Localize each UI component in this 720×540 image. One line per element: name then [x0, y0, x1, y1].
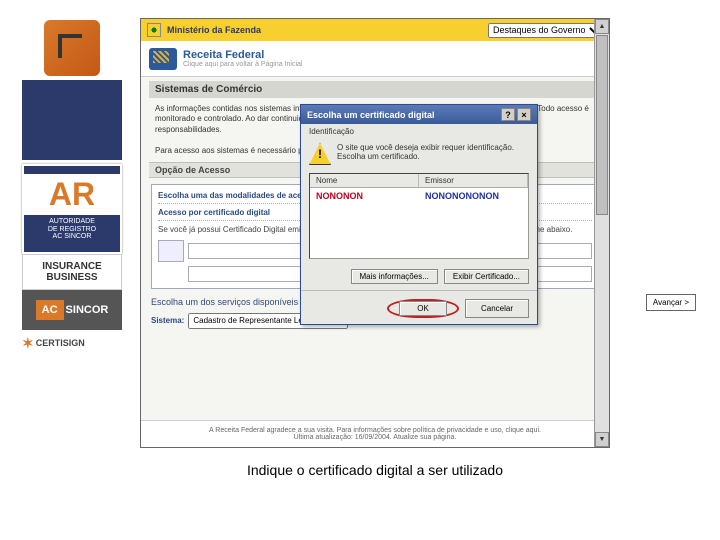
- insurance-logo: INSURANCE BUSINESS: [22, 254, 122, 290]
- brazil-flag-icon: [147, 23, 161, 37]
- advance-button[interactable]: Avançar >: [646, 294, 696, 311]
- logo-sidebar: AR AUTORIDADE DE REGISTRO AC SINCOR INSU…: [22, 20, 122, 356]
- receita-header: Receita Federal Clique aqui para voltar …: [141, 41, 609, 77]
- dialog-mid-buttons: Mais informações... Exibir Certificado..…: [301, 263, 537, 291]
- certificate-row[interactable]: NONONON NONONONONON: [310, 188, 528, 204]
- ar-logo-text: AR: [24, 174, 120, 215]
- sincor-text: SINCOR: [66, 304, 109, 316]
- page-footer: A Receita Federal agradece a sua visita.…: [141, 420, 609, 447]
- ar-logo: AR AUTORIDADE DE REGISTRO AC SINCOR: [22, 164, 122, 254]
- certificate-icon[interactable]: [158, 240, 184, 262]
- cd-logo: [22, 20, 122, 76]
- cert-list-header: Nome Emissor: [310, 174, 528, 188]
- cancel-button[interactable]: Cancelar: [465, 299, 529, 318]
- cert-name-cell: NONONON: [310, 188, 419, 204]
- ok-button[interactable]: OK: [399, 301, 447, 316]
- vertical-scrollbar[interactable]: ▲ ▼: [594, 19, 609, 447]
- receita-title: Receita Federal: [183, 49, 302, 61]
- ar-logo-sub: AUTORIDADE DE REGISTRO AC SINCOR: [45, 215, 99, 244]
- dialog-message: ! O site que você deseja exibir requer i…: [301, 139, 537, 169]
- slide-caption: Indique o certificado digital a ser util…: [160, 462, 590, 478]
- scroll-up-button[interactable]: ▲: [595, 19, 609, 34]
- dialog-title-text: Escolha um certificado digital: [307, 110, 435, 120]
- view-certificate-button[interactable]: Exibir Certificado...: [444, 269, 529, 284]
- ministry-label: Ministério da Fazenda: [167, 25, 261, 35]
- system-label: Sistema:: [151, 316, 184, 325]
- dialog-subheader: Identificação: [301, 124, 537, 139]
- scroll-down-button[interactable]: ▼: [595, 432, 609, 447]
- receita-logo-icon: [149, 48, 177, 70]
- dialog-help-button[interactable]: ?: [501, 108, 515, 121]
- column-name[interactable]: Nome: [310, 174, 419, 187]
- government-highlights-select[interactable]: Destaques do Governo: [488, 23, 603, 38]
- blue-spacer: [22, 80, 122, 160]
- scroll-thumb[interactable]: [596, 35, 608, 215]
- government-bar: Ministério da Fazenda Destaques do Gover…: [141, 19, 609, 41]
- more-info-button[interactable]: Mais informações...: [351, 269, 438, 284]
- ac-text: AC: [36, 300, 64, 320]
- ac-sincor-logo: AC SINCOR: [22, 290, 122, 330]
- certisign-logo: ✶ CERTISIGN: [22, 330, 122, 356]
- column-issuer[interactable]: Emissor: [419, 174, 528, 187]
- cert-issuer-cell: NONONONONON: [419, 188, 528, 204]
- dialog-bottom-buttons: OK Cancelar: [301, 293, 537, 324]
- section-title: Sistemas de Comércio: [149, 81, 601, 98]
- dialog-close-button[interactable]: ×: [517, 108, 531, 121]
- certificate-listbox[interactable]: Nome Emissor NONONON NONONONONON: [309, 173, 529, 259]
- receita-home-link[interactable]: Clique aqui para voltar à Página Inicial: [183, 61, 302, 68]
- warning-icon: !: [309, 143, 331, 165]
- dialog-titlebar[interactable]: Escolha um certificado digital ? ×: [301, 105, 537, 124]
- star-icon: ✶: [22, 335, 34, 352]
- certificate-dialog: Escolha um certificado digital ? × Ident…: [300, 104, 538, 325]
- ok-highlight: OK: [387, 299, 459, 318]
